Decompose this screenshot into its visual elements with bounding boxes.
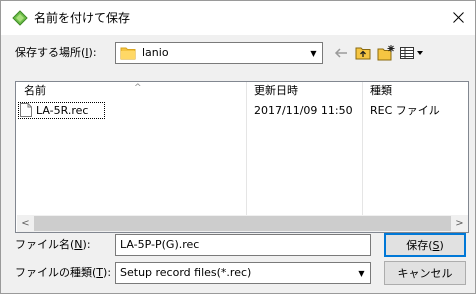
new-folder-button[interactable] xyxy=(375,43,397,63)
location-label: 保存する場所(I): xyxy=(15,46,97,59)
location-value: lanio xyxy=(142,46,169,59)
folder-icon xyxy=(120,47,136,60)
scroll-left-icon[interactable]: < xyxy=(17,215,34,232)
close-icon xyxy=(452,11,464,23)
new-folder-icon xyxy=(377,45,395,61)
back-button[interactable] xyxy=(331,43,351,63)
scrollbar-thumb[interactable] xyxy=(34,216,451,231)
filetype-value: Setup record files(*.rec) xyxy=(120,266,252,279)
file-icon xyxy=(20,103,32,117)
up-folder-icon xyxy=(355,47,371,60)
scroll-right-icon[interactable]: > xyxy=(451,215,468,232)
file-name: LA-5R.rec xyxy=(36,104,89,117)
filetype-label: ファイルの種類(T): xyxy=(15,266,112,279)
column-header-date[interactable]: 更新日時 xyxy=(246,82,362,100)
close-button[interactable] xyxy=(445,5,471,29)
back-arrow-icon xyxy=(334,48,347,58)
horizontal-scrollbar[interactable]: < > xyxy=(17,215,468,232)
file-row[interactable]: LA-5R.rec 2017/11/09 11:50 REC ファイル xyxy=(16,102,468,119)
dialog-title: 名前を付けて保存 xyxy=(34,11,131,25)
dialog-body: 保存する場所(I): lanio ▼ 名前 ^ 更新日時 種類 LA-5R.re… xyxy=(1,35,475,293)
save-button[interactable]: 保存(S) xyxy=(384,233,466,257)
filename-input[interactable]: LA-5P-P(G).rec xyxy=(115,234,371,256)
file-type: REC ファイル xyxy=(370,104,440,117)
view-menu-button[interactable] xyxy=(399,43,425,63)
chevron-down-icon[interactable]: ▼ xyxy=(305,43,322,63)
column-header-type[interactable]: 種類 xyxy=(362,82,468,100)
sort-ascending-icon: ^ xyxy=(134,83,142,93)
filetype-dropdown[interactable]: Setup record files(*.rec) ▼ xyxy=(115,262,371,284)
filename-label: ファイル名(N): xyxy=(15,238,91,251)
location-dropdown[interactable]: lanio ▼ xyxy=(115,42,323,64)
file-date: 2017/11/09 11:50 xyxy=(254,104,353,117)
cancel-button[interactable]: キャンセル xyxy=(384,261,466,285)
title-bar: 名前を付けて保存 xyxy=(1,1,475,35)
save-as-dialog: 名前を付けて保存 保存する場所(I): lanio ▼ 名前 ^ 更新日時 種類… xyxy=(0,0,476,294)
chevron-down-icon[interactable]: ▼ xyxy=(353,263,370,283)
column-header-name[interactable]: 名前 xyxy=(16,82,246,100)
up-folder-button[interactable] xyxy=(353,43,373,63)
file-list[interactable]: 名前 ^ 更新日時 種類 LA-5R.rec 2017/11/09 11:50 … xyxy=(15,81,469,233)
view-menu-icon xyxy=(400,47,423,59)
app-icon xyxy=(12,10,28,26)
